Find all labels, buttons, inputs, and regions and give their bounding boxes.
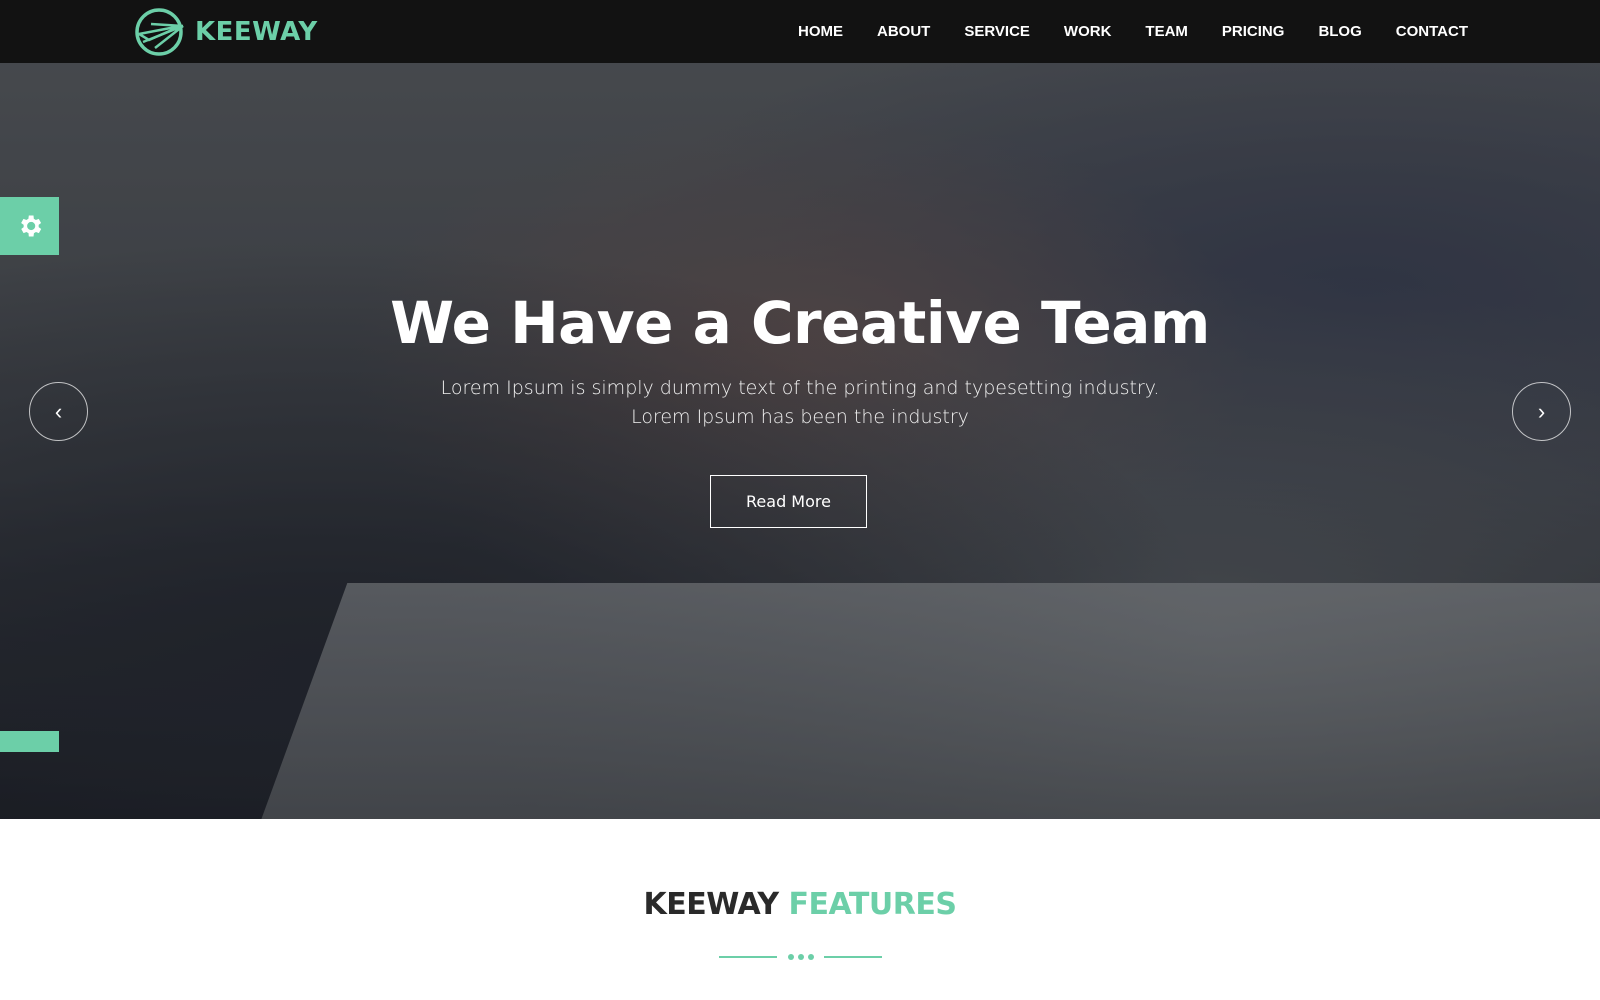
hero-content: We Have a Creative Team Lorem Ipsum is s…	[0, 63, 1600, 819]
chevron-right-icon: ›	[1537, 398, 1546, 424]
divider-dots	[787, 954, 814, 960]
divider-line-left	[719, 956, 777, 958]
features-title-accent: FEATURES	[788, 887, 957, 922]
nav-blog[interactable]: BLOG	[1318, 23, 1361, 40]
hero-subtitle-line2: Lorem Ipsum has been the industry	[631, 406, 969, 428]
nav-work[interactable]: WORK	[1064, 23, 1112, 40]
divider-dot	[787, 954, 794, 960]
nav-team[interactable]: TEAM	[1145, 23, 1188, 40]
slider-next-button[interactable]: ›	[1512, 382, 1571, 441]
slider-prev-button[interactable]: ‹	[29, 382, 88, 441]
logo[interactable]: KEEWAY	[131, 6, 318, 58]
features-title-brand: KEEWAY	[643, 887, 780, 922]
nav-contact[interactable]: CONTACT	[1396, 23, 1468, 40]
nav-pricing[interactable]: PRICING	[1222, 23, 1285, 40]
navbar: KEEWAY HOME ABOUT SERVICE WORK TEAM PRIC…	[0, 0, 1600, 63]
hero-subtitle-line1: Lorem Ipsum is simply dummy text of the …	[440, 377, 1160, 399]
chevron-left-icon: ‹	[54, 398, 63, 424]
nav-home[interactable]: HOME	[798, 23, 843, 40]
gear-icon	[20, 215, 41, 237]
logo-text: KEEWAY	[195, 17, 318, 47]
hero-title: We Have a Creative Team	[390, 289, 1210, 357]
settings-toggle-button[interactable]	[0, 197, 59, 255]
main-nav: HOME ABOUT SERVICE WORK TEAM PRICING BLO…	[764, 0, 1468, 63]
divider-dot	[807, 954, 814, 960]
read-more-button[interactable]: Read More	[710, 475, 867, 528]
hero-slider: We Have a Creative Team Lorem Ipsum is s…	[0, 63, 1600, 819]
logo-icon	[135, 8, 184, 56]
features-title: KEEWAY FEATURES	[0, 887, 1600, 922]
nav-about[interactable]: ABOUT	[877, 23, 930, 40]
secondary-settings-button[interactable]	[0, 731, 59, 752]
section-divider	[719, 952, 882, 962]
divider-dot	[797, 954, 804, 960]
divider-line-right	[824, 956, 882, 958]
features-section: KEEWAY FEATURES	[0, 819, 1600, 1000]
hero-subtitle: Lorem Ipsum is simply dummy text of the …	[0, 374, 1600, 432]
nav-service[interactable]: SERVICE	[964, 23, 1030, 40]
